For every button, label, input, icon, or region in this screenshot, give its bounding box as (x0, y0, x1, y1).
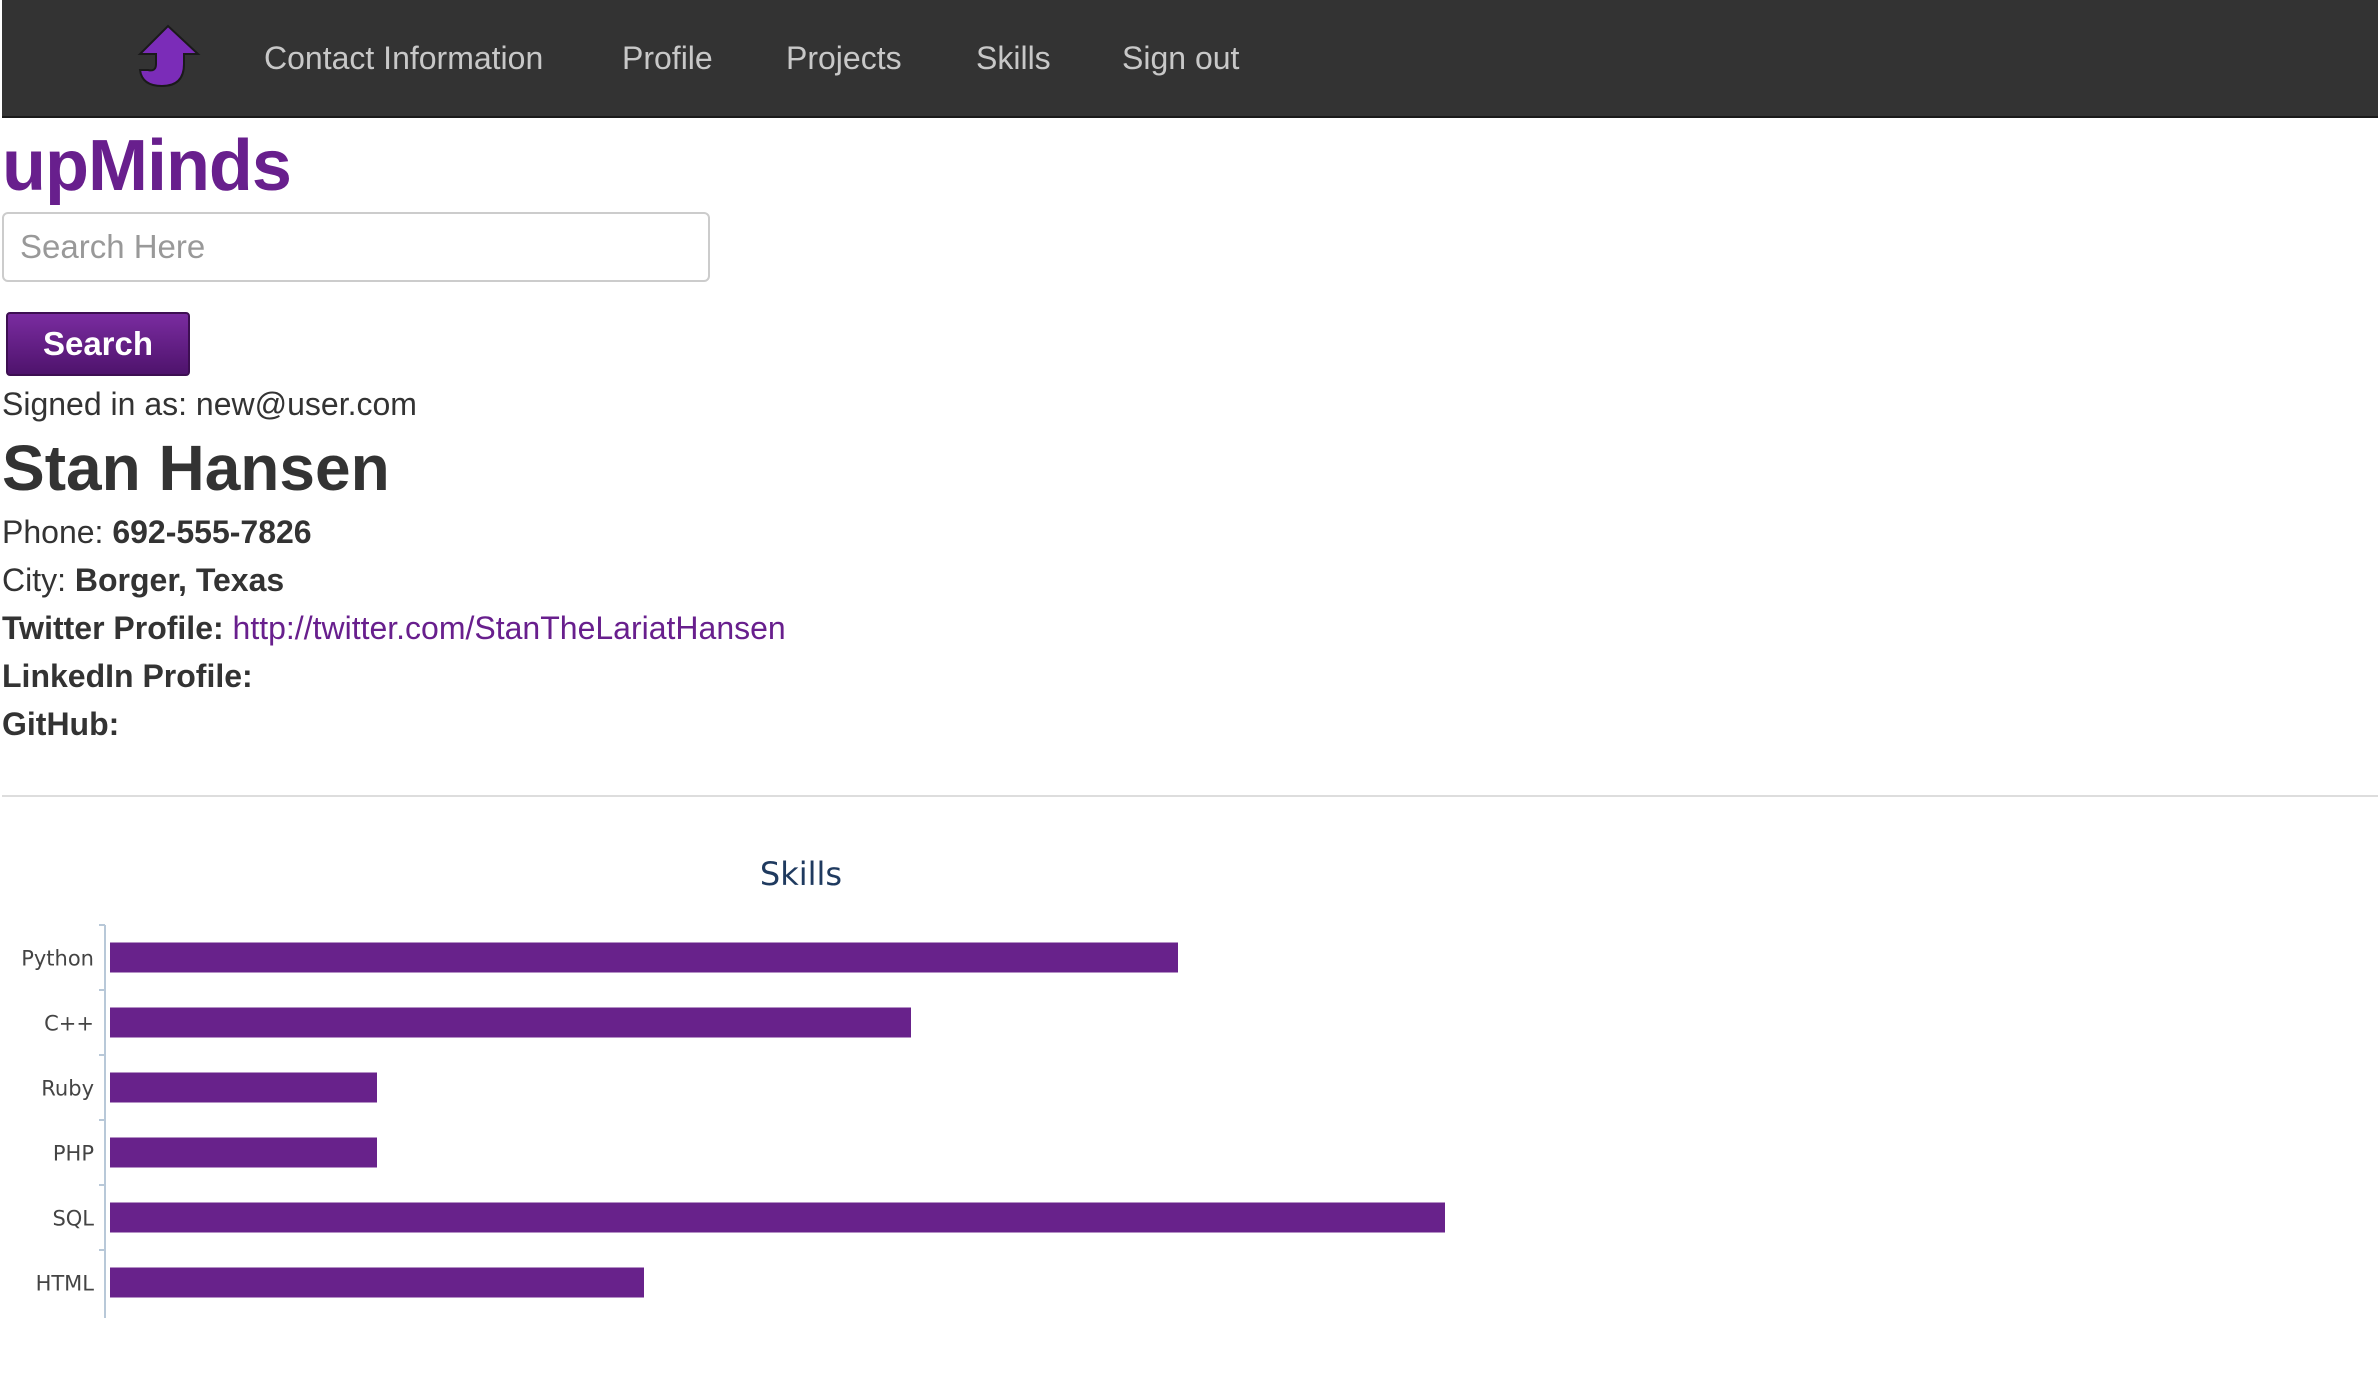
chart-title: Skills (760, 855, 842, 893)
nav-skills[interactable]: Skills (976, 36, 1051, 80)
chart-bar[interactable] (110, 1202, 1445, 1233)
nav-profile[interactable]: Profile (622, 36, 713, 80)
nav-contact-information[interactable]: Contact Information (264, 36, 543, 80)
chart-category-label: HTML (36, 1272, 95, 1296)
github-row: GitHub: (2, 704, 119, 744)
city-label: City: (2, 562, 66, 598)
nav-sign-out[interactable]: Sign out (1122, 36, 1239, 80)
chart-bar[interactable] (110, 942, 1178, 973)
github-label: GitHub: (2, 706, 120, 742)
chart-category-label: C++ (44, 1012, 94, 1036)
city-value: Borger, Texas (74, 562, 285, 598)
chart-category-label: PHP (53, 1142, 94, 1166)
nav-projects[interactable]: Projects (786, 36, 902, 80)
chart-bar[interactable] (110, 1007, 911, 1038)
skills-bar-chart: Skills Python C++ Ruby PHP SQL HTML (21, 855, 1445, 1318)
up-arrow-logo-icon[interactable] (132, 24, 202, 90)
search-input[interactable] (2, 212, 710, 282)
chart-category-label: Python (21, 947, 94, 971)
chart-bar[interactable] (110, 1072, 377, 1103)
twitter-label: Twitter Profile: (2, 610, 224, 646)
twitter-row: Twitter Profile: http://twitter.com/Stan… (2, 608, 786, 648)
signed-in-label: Signed in as: (2, 386, 188, 422)
chart-category-label: Ruby (41, 1077, 94, 1101)
phone-label: Phone: (2, 514, 104, 550)
phone-row: Phone: 692-555-7826 (2, 512, 312, 552)
section-divider (2, 795, 2378, 797)
city-row: City: Borger, Texas (2, 560, 284, 600)
signed-in-email: new@user.com (195, 386, 417, 422)
linkedin-row: LinkedIn Profile: (2, 656, 253, 696)
signed-in-status: Signed in as: new@user.com (2, 384, 417, 424)
search-button[interactable]: Search (6, 312, 190, 376)
chart-bar[interactable] (110, 1137, 377, 1168)
chart-category-label: SQL (52, 1207, 94, 1231)
twitter-link[interactable]: http://twitter.com/StanTheLariatHansen (233, 610, 786, 646)
site-brand-title: upMinds (2, 126, 292, 206)
chart-bar[interactable] (110, 1267, 644, 1298)
phone-value: 692-555-7826 (112, 514, 312, 550)
profile-name: Stan Hansen (2, 432, 390, 504)
linkedin-label: LinkedIn Profile: (2, 658, 253, 694)
top-navbar: Contact Information Profile Projects Ski… (2, 0, 2378, 118)
